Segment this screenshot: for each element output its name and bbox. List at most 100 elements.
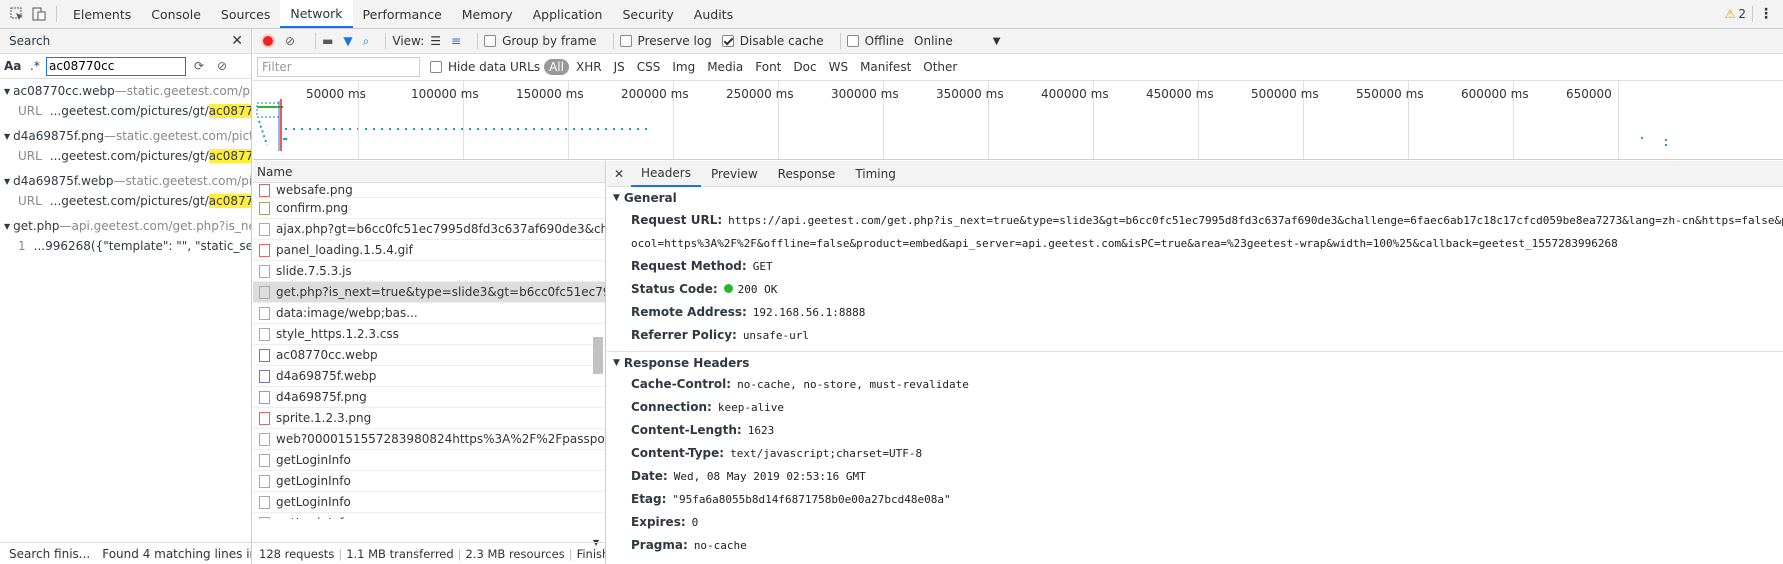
tab-application[interactable]: Application <box>523 0 613 28</box>
hide-data-urls-checkbox[interactable] <box>430 61 442 73</box>
search-result-line[interactable]: 1 ...996268({"template": "", "static_serv… <box>4 236 251 256</box>
search-result-file[interactable]: ▼d4a69875f.webp — static.geetest.com/pic… <box>4 171 251 191</box>
close-icon[interactable]: ✕ <box>231 33 243 49</box>
tab-network[interactable]: Network <box>280 0 353 28</box>
tab-elements[interactable]: Elements <box>63 0 141 28</box>
scrollbar[interactable]: ▼ <box>593 185 603 547</box>
warning-count[interactable]: 2 <box>1738 7 1746 21</box>
collapse-triangle-icon[interactable]: ▼ <box>613 193 620 203</box>
offline-checkbox[interactable] <box>846 35 859 47</box>
request-row[interactable]: get.php?is_next=true&type=slide3&gt=b6cc… <box>253 282 605 303</box>
record-button[interactable] <box>261 34 275 48</box>
filter-type-ws[interactable]: WS <box>824 59 853 75</box>
search-result-line[interactable]: URL ...geetest.com/pictures/gt/ac08770cc <box>4 191 251 211</box>
tab-sources[interactable]: Sources <box>211 0 280 28</box>
tab-timing[interactable]: Timing <box>845 161 906 187</box>
request-row[interactable]: sprite.1.2.3.png <box>253 408 605 429</box>
waterfall-view-icon[interactable]: ≡ <box>451 34 461 48</box>
status-ok-icon <box>723 284 733 293</box>
header-key: Content-Length: <box>631 423 742 437</box>
search-result-line[interactable]: URL ...geetest.com/pictures/gt/ac08770cc.… <box>4 101 251 121</box>
request-row[interactable]: data:image/webp;bas... <box>253 303 605 324</box>
search-result-filename: d4a69875f.webp <box>13 174 114 188</box>
search-result-context: ...996268({"template": "", "static_serve… <box>33 239 251 253</box>
header-value: 200 OK <box>737 283 778 296</box>
request-row[interactable]: getLoginInfo <box>253 492 605 513</box>
inspect-element-icon[interactable] <box>6 7 28 21</box>
filter-type-all[interactable]: All <box>544 59 569 75</box>
timeline-tick-label: 600000 ms <box>1461 87 1529 101</box>
request-row[interactable]: getLoginInfo <box>253 471 605 492</box>
refresh-icon[interactable]: ⟳ <box>186 59 212 73</box>
more-menu-icon[interactable]: ⋮ <box>1759 6 1773 22</box>
filter-type-media[interactable]: Media <box>702 59 748 75</box>
tab-preview[interactable]: Preview <box>701 161 768 187</box>
filter-type-js[interactable]: JS <box>609 59 630 75</box>
search-icon[interactable]: ⌕ <box>363 34 370 49</box>
chevron-down-icon[interactable]: ▼ <box>993 36 1001 47</box>
collapse-triangle-icon[interactable]: ▼ <box>613 358 620 368</box>
device-toolbar-icon[interactable] <box>28 7 50 21</box>
request-row[interactable]: d4a69875f.png <box>253 387 605 408</box>
response-headers-section-title[interactable]: Response Headers <box>624 356 749 370</box>
tab-console[interactable]: Console <box>141 0 211 28</box>
request-row[interactable]: slide.7.5.3.js <box>253 261 605 282</box>
clear-icon[interactable]: ⊘ <box>212 59 232 73</box>
list-view-icon[interactable]: ☰ <box>430 34 441 48</box>
search-result-label: URL <box>18 194 42 208</box>
filter-icon[interactable]: ▼ <box>343 34 352 48</box>
search-panel: Search ✕ Aa .* ⟳ ⊘ ▼ac08770cc.webp — sta… <box>0 29 252 564</box>
request-row[interactable]: style_https.1.2.3.css <box>253 324 605 345</box>
request-row[interactable]: getLoginInfo <box>253 450 605 471</box>
search-result-file[interactable]: ▼ d4a69875f.png — static.geetest.com/pict… <box>4 126 251 146</box>
tab-response[interactable]: Response <box>768 161 846 187</box>
tab-memory[interactable]: Memory <box>452 0 523 28</box>
timeline-overview[interactable]: 50000 ms 100000 ms 150000 ms 200000 ms 25000… <box>253 81 1783 160</box>
general-section-title[interactable]: General <box>624 191 677 205</box>
expand-triangle-icon[interactable]: ▼ <box>4 87 10 96</box>
request-row[interactable]: websafe.png <box>253 183 605 198</box>
search-result-host: static.geetest.com/pict... <box>115 129 251 143</box>
filter-type-font[interactable]: Font <box>750 59 786 75</box>
file-icon <box>259 222 270 236</box>
disable-cache-checkbox[interactable] <box>721 35 734 47</box>
expand-triangle-icon[interactable]: ▼ <box>4 222 10 231</box>
filter-input[interactable]: Filter <box>257 57 420 77</box>
regex-button[interactable]: .* <box>26 59 46 73</box>
filter-type-doc[interactable]: Doc <box>788 59 821 75</box>
request-row[interactable]: ajax.php?gt=b6cc0fc51ec7995d8fd3c637af69… <box>253 219 605 240</box>
expand-triangle-icon[interactable]: ▼ <box>4 132 10 141</box>
request-row[interactable]: panel_loading.1.5.4.gif <box>253 240 605 261</box>
search-result-file[interactable]: ▼ac08770cc.webp — static.geetest.com/pic… <box>4 81 251 101</box>
request-row[interactable]: confirm.png <box>253 198 605 219</box>
expand-triangle-icon[interactable]: ▼ <box>4 177 10 186</box>
throttling-select[interactable]: Online <box>914 34 953 48</box>
group-by-frame-checkbox[interactable] <box>484 35 497 47</box>
search-result-file[interactable]: ▼get.php — api.geetest.com/get.php?is_ne… <box>4 216 251 236</box>
preserve-log-checkbox[interactable] <box>619 35 632 47</box>
screenshot-camera-icon[interactable]: ▬ <box>322 34 333 48</box>
request-row[interactable]: getLoginInfo <box>253 513 605 519</box>
clear-log-icon[interactable]: ⊘ <box>285 34 295 48</box>
header-key: Content-Type: <box>631 446 725 460</box>
header-value: text/javascript;charset=UTF-8 <box>730 447 923 460</box>
match-case-button[interactable]: Aa <box>4 59 26 73</box>
name-column-header[interactable]: Name <box>257 165 292 179</box>
filter-type-xhr[interactable]: XHR <box>571 59 607 75</box>
request-row[interactable]: ac08770cc.webp <box>253 345 605 366</box>
tab-audits[interactable]: Audits <box>684 0 743 28</box>
tab-performance[interactable]: Performance <box>353 0 452 28</box>
header-value: https://api.geetest.com/get.php?is_next=… <box>728 214 1783 227</box>
search-result-line[interactable]: URL ...geetest.com/pictures/gt/ac08770cc <box>4 146 251 166</box>
close-icon[interactable]: ✕ <box>607 167 631 181</box>
filter-type-other[interactable]: Other <box>918 59 962 75</box>
tab-headers[interactable]: Headers <box>631 161 701 187</box>
header-value: unsafe-url <box>742 329 810 342</box>
filter-type-manifest[interactable]: Manifest <box>855 59 916 75</box>
request-row[interactable]: web?0000151557283980824https%3A%2F%2Fpas… <box>253 429 605 450</box>
tab-security[interactable]: Security <box>612 0 683 28</box>
request-row[interactable]: d4a69875f.webp <box>253 366 605 387</box>
search-input[interactable] <box>46 56 186 76</box>
filter-type-css[interactable]: CSS <box>632 59 666 75</box>
filter-type-img[interactable]: Img <box>667 59 700 75</box>
